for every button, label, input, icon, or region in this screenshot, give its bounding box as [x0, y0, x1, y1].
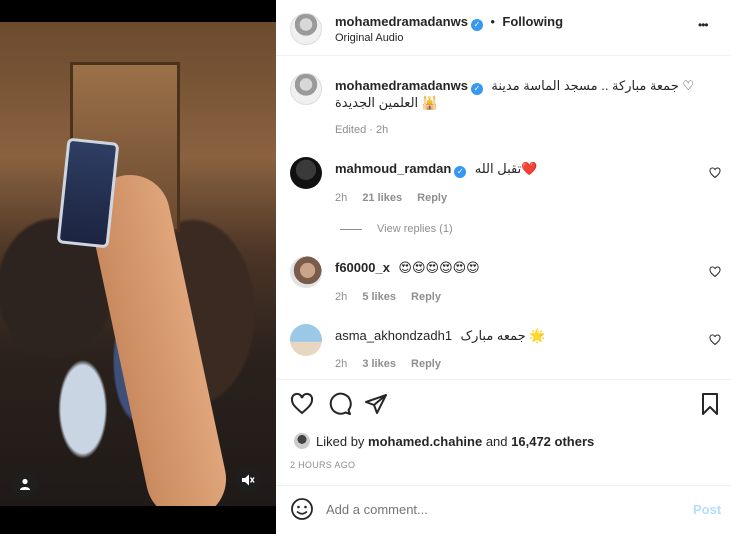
post-modal: mohamedramadanws ✓ • Following Original A… [0, 0, 731, 534]
liked-by-summary: Liked by mohamed.chahine and 16,472 othe… [316, 434, 594, 449]
liked-by-and: and [485, 434, 508, 449]
raised-phone [56, 137, 120, 249]
media-top-letterbox [0, 0, 276, 22]
comment-text: جمعه مبارک 🌟 [460, 328, 546, 343]
verified-icon: ✓ [454, 166, 467, 178]
commenter-avatar[interactable] [290, 157, 322, 189]
comment-time: 2h [335, 291, 348, 303]
verified-icon: ✓ [470, 19, 483, 31]
comment-meta: 2h 3 likes Reply [335, 358, 441, 370]
comment-likes[interactable]: 3 likes [362, 358, 396, 370]
author-username[interactable]: mohamedramadanws [335, 14, 468, 29]
caption-username[interactable]: mohamedramadanws [335, 78, 468, 93]
comment-like-icon[interactable] [709, 334, 721, 346]
liked-by-prefix: Liked by [316, 434, 365, 449]
liked-by-user[interactable]: mohamed.chahine [368, 434, 482, 449]
comment-username[interactable]: asma_akhondzadh1 [335, 328, 452, 343]
mute-icon[interactable] [235, 467, 261, 493]
comment-time: 2h [335, 192, 348, 204]
separator-dot: • [490, 14, 495, 29]
comment-like-icon[interactable] [709, 266, 721, 278]
commenter-avatar[interactable] [290, 324, 322, 356]
comment-text: 😍😍😍😍😍😍 [398, 260, 480, 275]
caption-edited-time: Edited · 2h [335, 124, 389, 136]
comment-username[interactable]: mahmoud_ramdan [335, 161, 451, 176]
caption-avatar[interactable] [290, 73, 322, 105]
liked-by-others[interactable]: 16,472 others [511, 434, 594, 449]
reply-button[interactable]: Reply [417, 192, 447, 204]
emoji-icon[interactable] [290, 497, 314, 521]
media-bottom-letterbox [0, 506, 276, 534]
post-timestamp[interactable]: 2 HOURS AGO [290, 460, 355, 470]
comment-icon[interactable] [328, 392, 352, 416]
author-avatar[interactable] [290, 13, 322, 45]
comment-meta: 2h 21 likes Reply [335, 192, 447, 204]
comment-time: 2h [335, 358, 348, 370]
view-replies-button[interactable]: View replies (1) [377, 223, 453, 235]
comment-username[interactable]: f60000_x [335, 260, 390, 275]
actions-divider [276, 379, 731, 380]
post-side-panel: mohamedramadanws ✓ • Following Original A… [276, 0, 731, 534]
following-button[interactable]: Following [502, 14, 563, 29]
video-frame[interactable] [0, 22, 276, 527]
heart-icon[interactable] [290, 392, 314, 416]
audio-label[interactable]: Original Audio [335, 32, 404, 44]
comment-likes[interactable]: 5 likes [362, 291, 396, 303]
reply-button[interactable]: Reply [411, 291, 441, 303]
more-options-icon[interactable]: ••• [698, 18, 709, 32]
caption-text-line1: جمعة مباركة .. مسجد الماسة مدينة ♡ [491, 78, 695, 93]
replies-line [340, 229, 362, 230]
post-header: mohamedramadanws ✓ • Following Original A… [276, 0, 731, 56]
comment-likes[interactable]: 21 likes [362, 192, 402, 204]
comment-text: تقبل الله❤️ [474, 161, 538, 176]
commenter-avatar[interactable] [290, 256, 322, 288]
user-tag-icon[interactable] [12, 471, 38, 497]
share-icon[interactable] [364, 392, 388, 416]
add-comment-input[interactable] [326, 499, 666, 519]
post-comment-button[interactable]: Post [693, 502, 721, 517]
comment-like-icon[interactable] [709, 167, 721, 179]
bookmark-icon[interactable] [698, 392, 722, 416]
reply-button[interactable]: Reply [411, 358, 441, 370]
comment-meta: 2h 5 likes Reply [335, 291, 441, 303]
liker-avatar[interactable] [294, 433, 310, 449]
caption-text-line2: العلمين الجديدة 🕌 [335, 95, 438, 110]
verified-icon: ✓ [470, 83, 483, 95]
comment-box-divider [276, 485, 731, 486]
post-media[interactable] [0, 0, 276, 534]
